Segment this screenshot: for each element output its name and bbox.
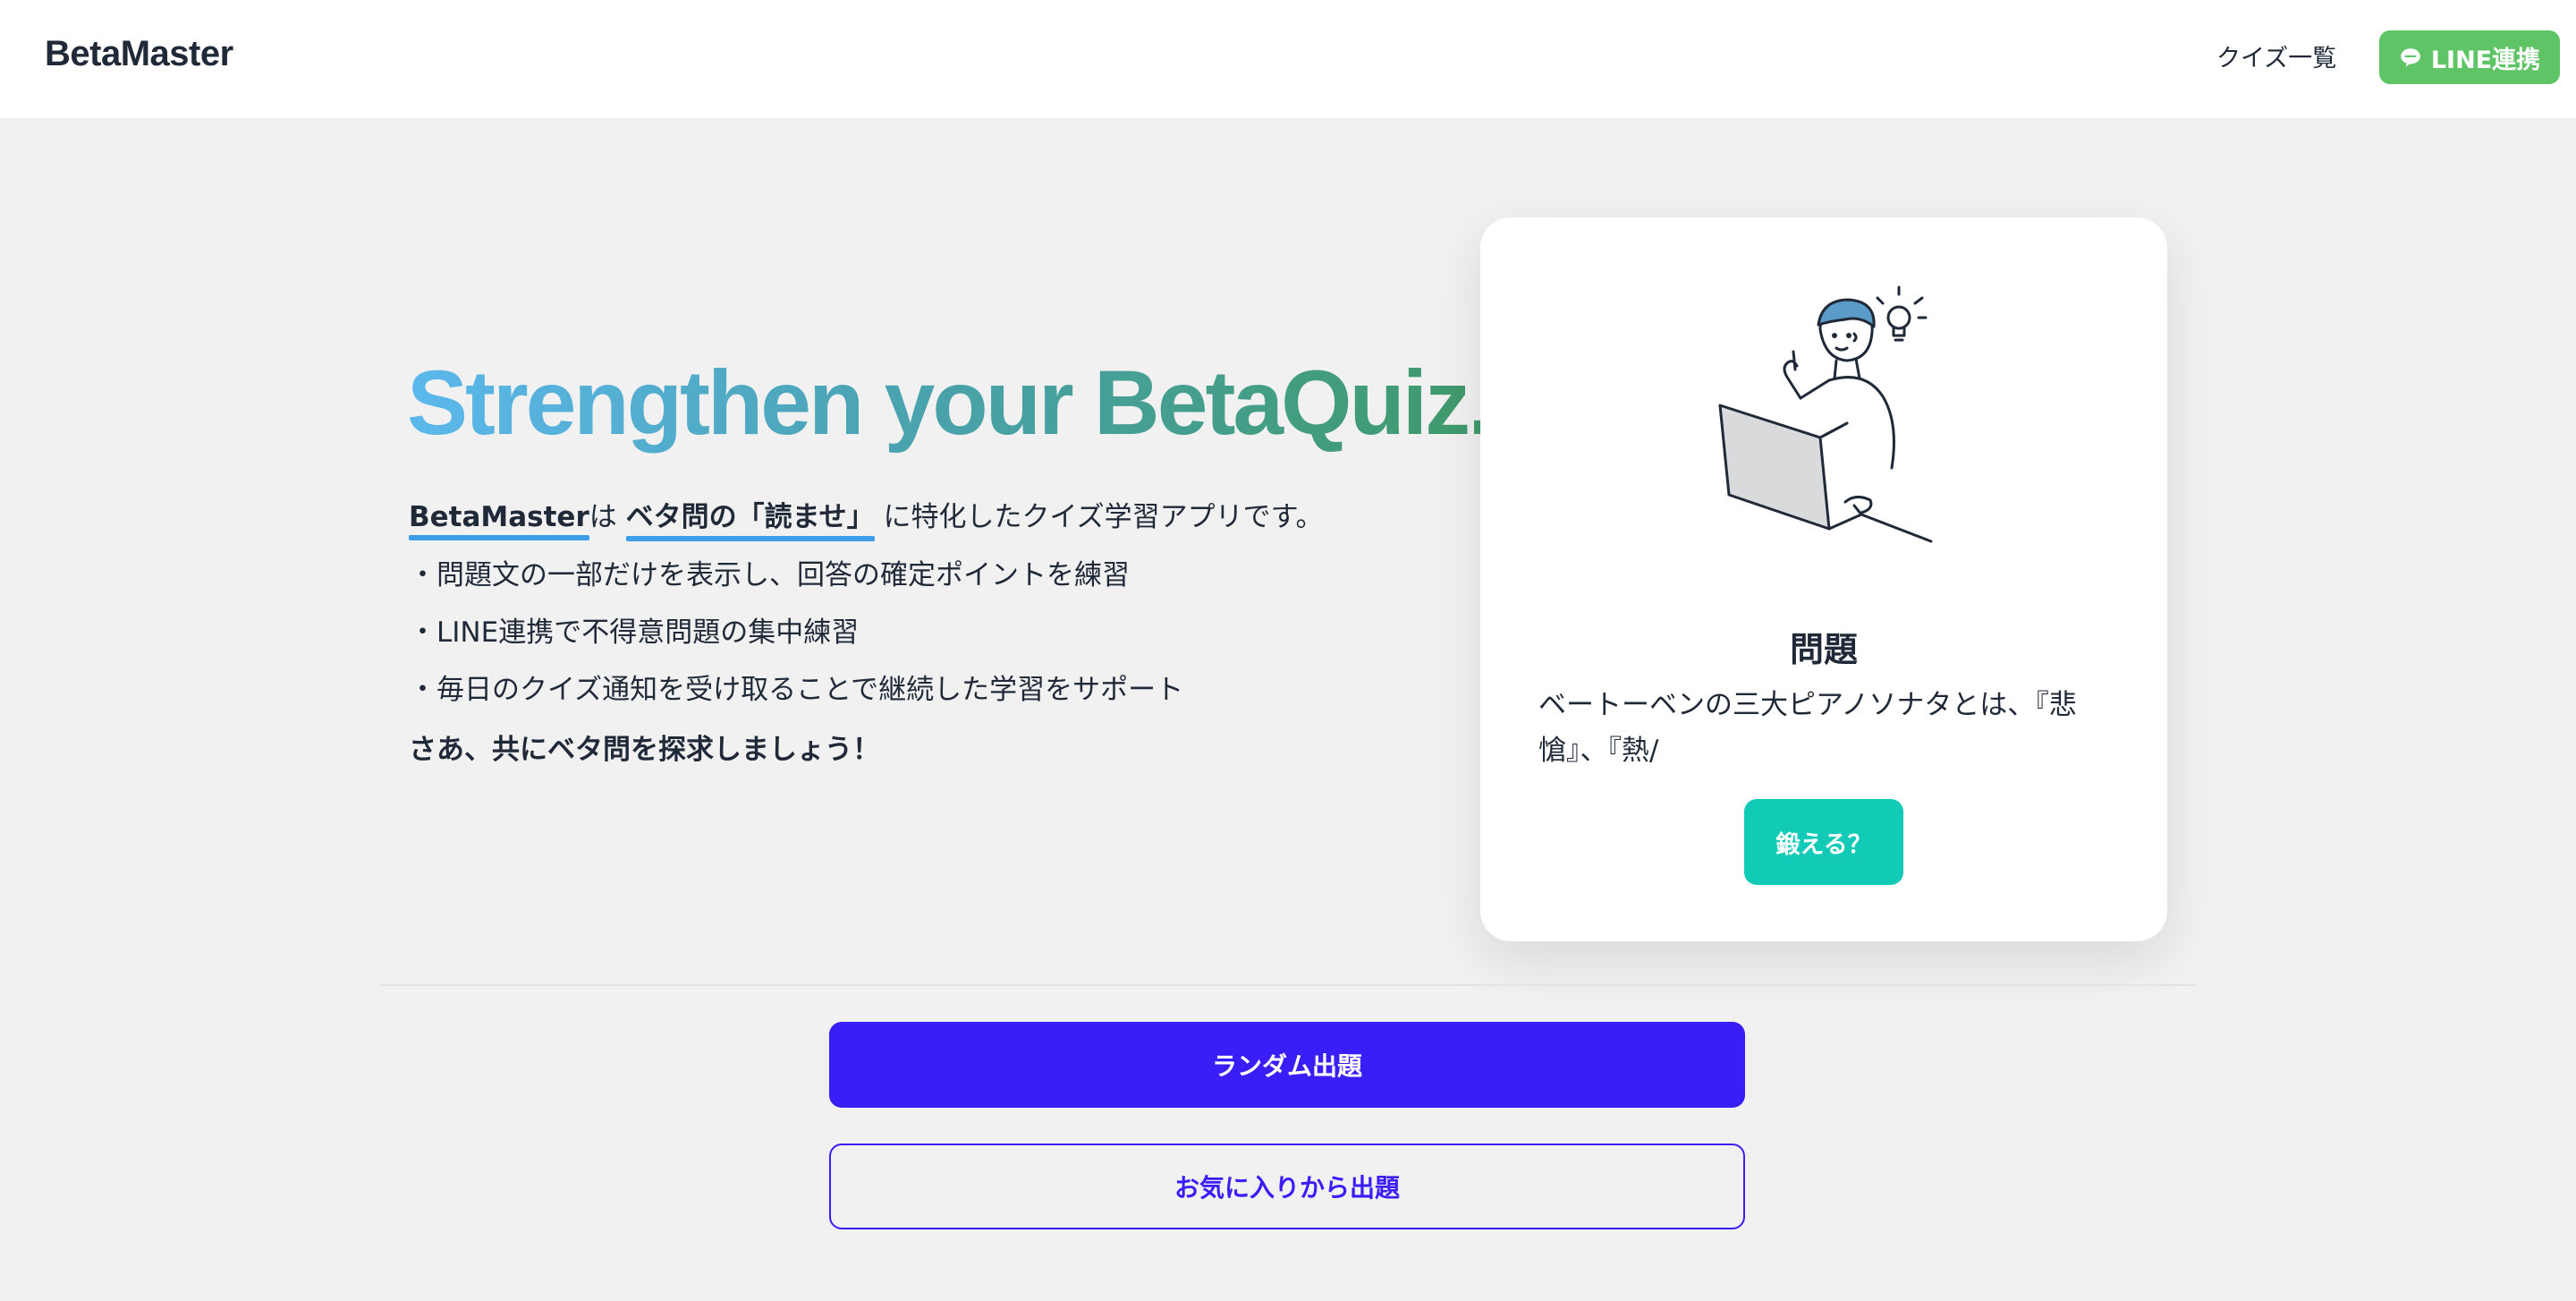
hero-intro: BetaMasterは ベタ問の「読ませ」 に特化したクイズ学習アプリです。 [409,494,1324,541]
favorites-quiz-button[interactable]: お気に入りから出題 [829,1144,1745,1229]
intro-particle: は [589,501,617,533]
quiz-card: 問題 ベートーベンの三大ピアノソナタとは、『悲愴』、『熱/ 鍛える？ [1480,217,2167,941]
chat-bubble-icon [2401,48,2420,67]
random-quiz-button[interactable]: ランダム出題 [829,1022,1745,1108]
quiz-card-title: 問題 [1789,630,1858,669]
intro-keyword: ベタ問の「読ませ」 [625,494,875,541]
quiz-answer-button[interactable]: 鍛える？ [1744,799,1903,885]
hero-closing: さあ、共にベタ問を探求しましょう！ [409,734,880,766]
intro-brand: BetaMaster [409,501,589,540]
brand-logo[interactable]: BetaMaster [45,34,233,74]
hero-title: Strengthen your BetaQuiz. [407,352,1493,454]
intro-rest: に特化したクイズ学習アプリです。 [883,501,1324,533]
feature-bullet: ・問題文の一部だけを表示し、回答の確定ポイントを練習 [409,559,1130,591]
nav-quiz-list-link[interactable]: クイズ一覧 [2216,38,2336,73]
feature-bullet: ・LINE連携で不得意問題の集中練習 [409,616,860,649]
quiz-question-text: ベートーベンの三大ピアノソナタとは、『悲愴』、『熱/ [1538,689,2077,767]
line-connect-button[interactable]: LINE連携 [2379,30,2560,84]
section-divider [380,984,2196,986]
line-connect-label: LINE連携 [2430,46,2541,74]
person-laptop-illustration [1718,285,1933,543]
top-navbar: BetaMaster クイズ一覧 LINE連携 [0,0,2576,118]
feature-bullet: ・毎日のクイズ通知を受け取ることで継続した学習をサポート [409,674,1184,706]
